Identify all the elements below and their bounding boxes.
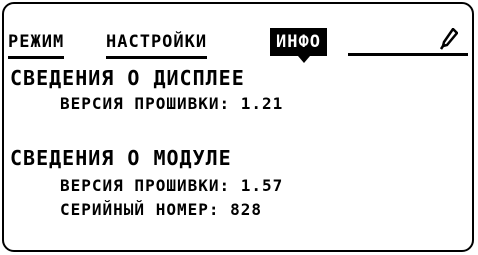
display-info-heading: СВЕДЕНИЯ О ДИСПЛЕЕ (10, 66, 245, 90)
tab-info[interactable]: ИНФО (270, 28, 327, 56)
active-tab-pointer (298, 56, 310, 63)
tab-divider-line (348, 53, 468, 56)
pen-icon[interactable] (440, 28, 458, 50)
display-firmware-version: ВЕРСИЯ ПРОШИВКИ: 1.21 (60, 94, 284, 113)
module-firmware-version: ВЕРСИЯ ПРОШИВКИ: 1.57 (60, 176, 284, 195)
tab-bar: РЕЖИМ НАСТРОЙКИ ИНФО (8, 28, 470, 59)
tab-mode[interactable]: РЕЖИМ (8, 28, 65, 59)
tab-settings[interactable]: НАСТРОЙКИ (106, 28, 208, 59)
module-serial-number: СЕРИЙНЫЙ НОМЕР: 828 (60, 200, 263, 219)
lcd-screen: РЕЖИМ НАСТРОЙКИ ИНФО СВЕДЕНИЯ О ДИСПЛЕЕ … (2, 2, 474, 252)
module-info-heading: СВЕДЕНИЯ О МОДУЛЕ (10, 146, 232, 170)
